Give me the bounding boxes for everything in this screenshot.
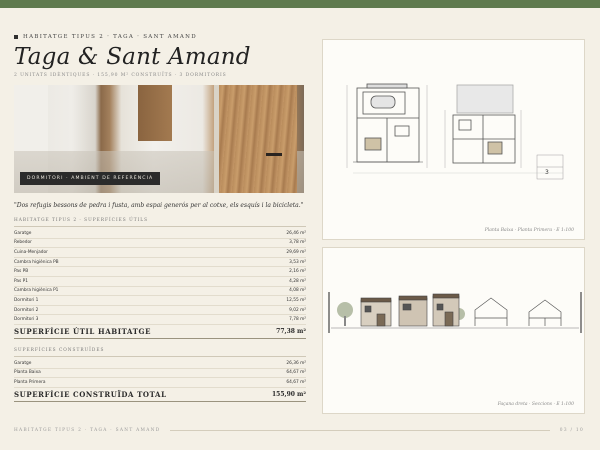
row-label: Cambra higiènica P1 [14, 288, 59, 294]
floor-plans-drawing: 3 [346, 83, 564, 180]
row-label: Pas P1 [14, 278, 28, 284]
door-handle [266, 153, 282, 156]
row-value: 29,69 m² [286, 249, 306, 255]
row-value: 9,02 m² [289, 307, 306, 313]
table-row: Garatge 26,36 m² [14, 359, 306, 369]
footer-rule [170, 430, 550, 431]
bedroom-photo: DORMITORI · AMBIENT DE REFERÈNCIA [14, 85, 304, 193]
useful-surfaces-table: Garatge 26,46 m² Rebedor 3,78 m² Cuina-Men… [14, 229, 306, 325]
row-label: Garatge [14, 230, 32, 236]
built-surfaces-table: Garatge 26,36 m² Planta Baixa 64,67 m² Pla… [14, 359, 306, 388]
photo-wood-panel [138, 85, 172, 141]
page-footer: HABITATGE TIPUS 2 · TAGA · SANT AMAND 03… [14, 428, 584, 433]
table-row: Cambra higiènica P1 4,08 m² [14, 287, 306, 297]
row-value: 7,78 m² [289, 317, 306, 323]
section-rule [14, 226, 306, 227]
row-label: Dormitori 1 [14, 297, 39, 303]
row-label: Planta Baixa [14, 370, 41, 376]
table-row: Pas P1 4,28 m² [14, 277, 306, 287]
row-value: 26,36 m² [286, 360, 306, 366]
page-title: Taga & Sant Amand [14, 44, 251, 70]
row-label: Dormitori 3 [14, 317, 39, 323]
photo-caption: DORMITORI · AMBIENT DE REFERÈNCIA [20, 172, 161, 185]
row-label: Cambra higiènica PB [14, 259, 59, 265]
row-value: 12,55 m² [286, 297, 306, 303]
useful-total-row: SUPERFÍCIE ÚTIL HABITATGE 77,38 m² [14, 325, 306, 339]
elevations-caption: Façana dreta · Seccions · E 1:100 [497, 402, 574, 407]
table-row: Pas PB 2,16 m² [14, 267, 306, 277]
kicker-text: HABITATGE TIPUS 2 · TAGA · SANT AMAND [23, 34, 198, 40]
square-bullet-icon [14, 35, 18, 39]
photo-wood-door [219, 85, 297, 193]
top-accent-bar [0, 0, 600, 8]
kicker: HABITATGE TIPUS 2 · TAGA · SANT AMAND [14, 34, 306, 40]
table-row: Dormitori 3 7,78 m² [14, 315, 306, 325]
summary-column: HABITATGE TIPUS 2 · TAGA · SANT AMAND Ta… [14, 34, 306, 402]
row-label: Cuina-Menjador [14, 249, 48, 255]
page-number: 03 / 10 [559, 428, 584, 433]
built-total-value: 155,90 m² [271, 390, 306, 398]
built-total-row: SUPERFÍCIE CONSTRUÏDA TOTAL 155,90 m² [14, 388, 306, 402]
section-rule [14, 355, 306, 357]
svg-text:3: 3 [545, 169, 549, 176]
table-row: Dormitori 1 12,55 m² [14, 296, 306, 306]
floor-plans-card: 3 Planta Baixa · Planta Primera · E 1:10… [322, 39, 585, 240]
table-row: Cambra higiènica PB 3,53 m² [14, 258, 306, 268]
row-value: 3,53 m² [289, 259, 306, 265]
table-row: Garatge 26,46 m² [14, 229, 306, 239]
table-row: Planta Baixa 64,67 m² [14, 369, 306, 379]
row-value: 3,78 m² [289, 240, 306, 246]
table-row: Rebedor 3,78 m² [14, 239, 306, 249]
row-label: Garatge [14, 360, 32, 366]
row-label: Rebedor [14, 240, 32, 246]
row-value: 64,67 m² [286, 370, 306, 376]
useful-surfaces-heading: HABITATGE TIPUS 2 · SUPERFÍCIES ÚTILS [14, 218, 149, 223]
row-label: Dormitori 2 [14, 307, 39, 313]
row-value: 64,67 m² [286, 379, 306, 385]
table-row: Dormitori 2 9,02 m² [14, 306, 306, 316]
row-label: Pas PB [14, 269, 29, 275]
row-label: Planta Primera [14, 379, 46, 385]
built-surfaces-heading: SUPERFÍCIES CONSTRUÏDES [14, 347, 105, 353]
useful-total-label: SUPERFÍCIE ÚTIL HABITATGE [14, 326, 152, 336]
built-total-label: SUPERFÍCIE CONSTRUÏDA TOTAL [14, 389, 167, 399]
row-value: 4,08 m² [289, 288, 306, 294]
table-row: Planta Primera 64,67 m² [14, 378, 306, 388]
elevations-card: Façana dreta · Seccions · E 1:100 [322, 247, 585, 414]
useful-total-value: 77,38 m² [276, 327, 306, 335]
page-subtitle: 2 UNITATS IDÈNTIQUES · 155,90 m² CONSTRU… [14, 73, 227, 78]
quote: "Dos refugis bessons de pedra i fusta, a… [14, 202, 304, 209]
floor-plans-caption: Planta Baixa · Planta Primera · E 1:100 [484, 228, 574, 233]
elevations-drawing [328, 292, 582, 333]
row-value: 4,28 m² [289, 278, 306, 284]
row-value: 2,16 m² [289, 269, 306, 275]
table-row: Cuina-Menjador 29,69 m² [14, 248, 306, 258]
row-value: 26,46 m² [286, 230, 306, 236]
footer-left-text: HABITATGE TIPUS 2 · TAGA · SANT AMAND [14, 428, 161, 433]
